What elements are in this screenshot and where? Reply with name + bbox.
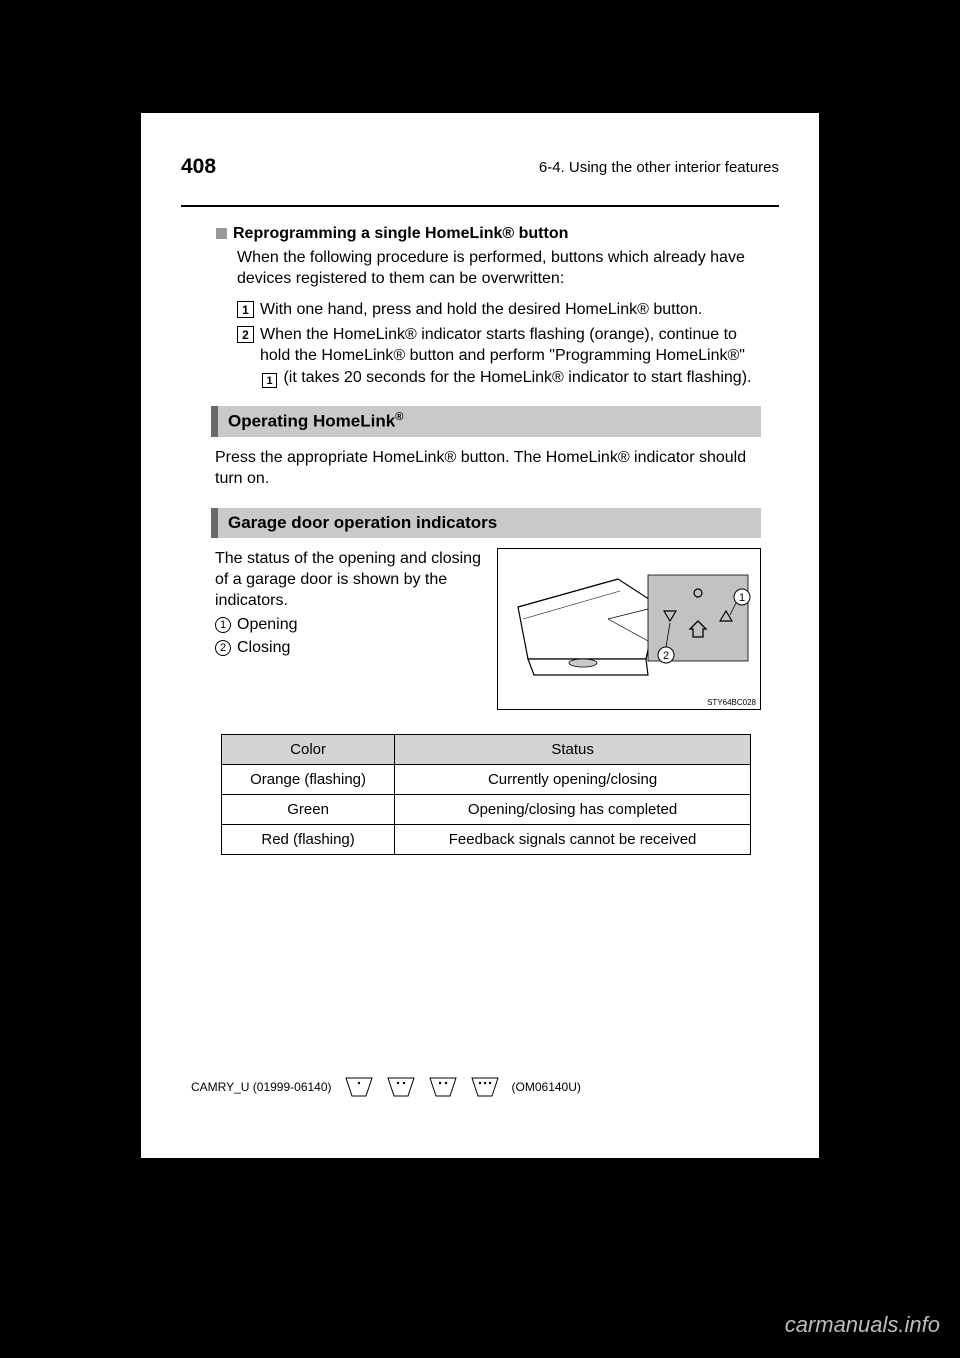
circled-1-icon: 1 xyxy=(215,617,231,633)
operating-bar-heading: Operating HomeLink® xyxy=(211,406,761,437)
cell-color: Orange (flashing) xyxy=(222,764,395,794)
footer-om-code: (OM06140U) xyxy=(512,1080,581,1094)
homelink-button-2b-icon xyxy=(428,1076,458,1098)
section-path: 6-4. Using the other interior features xyxy=(539,159,779,176)
indicator-item-2-label: Closing xyxy=(237,638,290,659)
subsection-heading: Reprogramming a single HomeLink® button xyxy=(216,225,761,243)
step-2-row: 2 When the HomeLink® indicator starts fl… xyxy=(237,324,761,388)
manual-page: 408 6-4. Using the other interior featur… xyxy=(141,113,819,1158)
step-number-box-icon: 2 xyxy=(237,326,254,343)
operating-body: Press the appropriate HomeLink® button. … xyxy=(215,447,761,489)
illustration-ref-code: STY64BC028 xyxy=(707,698,756,707)
watermark-text: carmanuals.info xyxy=(785,1312,940,1338)
table-header-row: Color Status xyxy=(222,734,751,764)
cell-status: Feedback signals cannot be received xyxy=(395,824,751,854)
cell-status: Opening/closing has completed xyxy=(395,794,751,824)
indicators-bar-heading: Garage door operation indicators xyxy=(211,508,761,538)
step-2-suffix: (it takes 20 seconds for the HomeLink® i… xyxy=(283,369,751,386)
table-header-color: Color xyxy=(222,734,395,764)
indicator-text-column: The status of the opening and closing of… xyxy=(211,548,483,710)
garage-door-illustration: 1 2 STY64BC028 xyxy=(497,548,761,710)
table-row: Orange (flashing) Currently opening/clos… xyxy=(222,764,751,794)
circled-2-icon: 2 xyxy=(215,640,231,656)
indicator-item-2: 2 Closing xyxy=(215,638,483,659)
footer-code: CAMRY_U (01999-06140) xyxy=(191,1080,332,1094)
table-row: Red (flashing) Feedback signals cannot b… xyxy=(222,824,751,854)
cell-color: Green xyxy=(222,794,395,824)
registered-symbol: ® xyxy=(395,411,403,423)
page-header: 408 6-4. Using the other interior featur… xyxy=(141,113,819,207)
indicator-lead: The status of the opening and closing of… xyxy=(215,548,483,611)
subsection-title: Reprogramming a single HomeLink® button xyxy=(233,225,568,242)
homelink-button-3-icon xyxy=(470,1076,500,1098)
homelink-button-2-icon xyxy=(386,1076,416,1098)
garage-illustration-svg: 1 2 xyxy=(498,549,761,710)
svg-text:1: 1 xyxy=(739,592,745,604)
step-inline-1-icon: 1 xyxy=(262,373,277,388)
step-1-row: 1 With one hand, press and hold the desi… xyxy=(237,299,761,320)
indicator-item-1-label: Opening xyxy=(237,615,298,636)
square-bullet-icon xyxy=(216,228,227,239)
indicator-block: The status of the opening and closing of… xyxy=(211,548,761,710)
step-1-text: With one hand, press and hold the desire… xyxy=(260,299,702,320)
table-header-status: Status xyxy=(395,734,751,764)
subsection-intro: When the following procedure is performe… xyxy=(237,247,761,289)
operating-title: Operating HomeLink xyxy=(228,412,395,431)
step-number-box-icon: 1 xyxy=(237,301,254,318)
page-content: Reprogramming a single HomeLink® button … xyxy=(141,207,819,855)
reprogramming-section: Reprogramming a single HomeLink® button … xyxy=(211,225,761,388)
indicator-item-1: 1 Opening xyxy=(215,615,483,636)
header-divider xyxy=(181,205,779,207)
page-number: 408 xyxy=(181,155,216,179)
status-color-table: Color Status Orange (flashing) Currently… xyxy=(221,734,751,855)
table-row: Green Opening/closing has completed xyxy=(222,794,751,824)
svg-text:2: 2 xyxy=(663,650,669,662)
cell-status: Currently opening/closing xyxy=(395,764,751,794)
cell-color: Red (flashing) xyxy=(222,824,395,854)
step-2-text: When the HomeLink® indicator starts flas… xyxy=(260,324,761,388)
footer-line: CAMRY_U (01999-06140) (OM06140U) xyxy=(191,1076,581,1098)
homelink-button-1-icon xyxy=(344,1076,374,1098)
